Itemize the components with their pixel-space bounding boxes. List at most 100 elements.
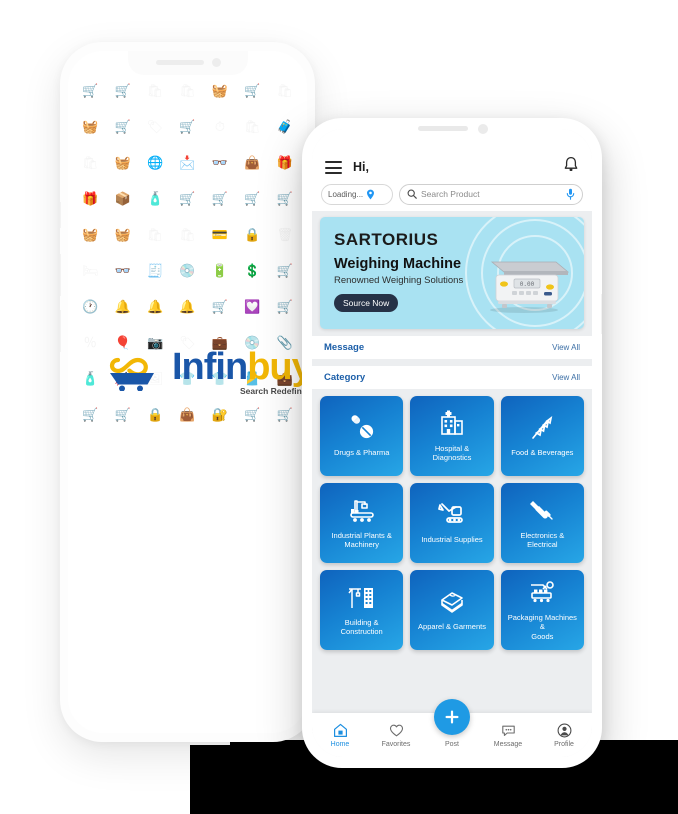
category-tile[interactable]: Industrial Supplies <box>410 483 494 563</box>
search-field-wrapper[interactable] <box>399 183 583 205</box>
home-icon <box>333 723 347 737</box>
category-tile[interactable]: Hospital & Diagnostics <box>410 396 494 476</box>
hamburger-menu-icon[interactable] <box>325 161 342 174</box>
brand-tagline: Search Redefined <box>239 386 307 396</box>
section-header-message: Message View All <box>312 336 592 359</box>
factory-conveyor-icon <box>349 499 374 522</box>
watermark-icon: 🧴 <box>82 371 99 386</box>
watermark-icon: 🔐 <box>211 407 229 422</box>
watermark-icon: 🔒 <box>244 227 261 242</box>
brand-name-accent: buy <box>247 346 307 388</box>
watermark-icon: 💳 <box>211 227 229 242</box>
category-label: Packaging Machines & Goods <box>507 612 577 641</box>
location-selector[interactable]: Loading... <box>321 183 393 205</box>
nav-item-profile[interactable]: Profile <box>536 723 592 748</box>
category-label: Apparel & Garments <box>418 622 486 632</box>
search-input[interactable] <box>421 189 562 199</box>
app-screen: Hi, Loading... Search Product SARTORIUS … <box>312 129 592 757</box>
watermark-icon: 🛏 <box>81 263 99 278</box>
folded-clothes-icon <box>441 592 463 614</box>
watermark-icon: 🛒 <box>211 299 229 314</box>
svg-text:0.00: 0.00 <box>520 281 535 288</box>
bottom-navigation: Home Favorites Post Message Profile <box>312 699 592 757</box>
phone-side-button-power <box>601 294 602 334</box>
view-all-link[interactable]: View All <box>552 373 580 382</box>
watermark-icon: 🔔 <box>146 299 164 314</box>
infinbuy-logo: Infinbuy Search Redefined <box>106 343 307 396</box>
watermark-icon: 🛒 <box>179 119 196 134</box>
chat-bubble-icon <box>501 725 515 736</box>
category-tile[interactable]: Electronics & Electrical <box>500 483 584 563</box>
banner-headline: Weighing Machine <box>334 256 462 272</box>
watermark-icon: 🧾 <box>146 263 164 278</box>
watermark-icon: 🗑 <box>276 227 294 242</box>
category-tile[interactable]: Food & Beverages <box>500 396 584 476</box>
location-label: Loading... <box>328 189 364 199</box>
watermark-icon: 🏷 <box>146 119 164 134</box>
watermark-icon: 👓 <box>114 263 131 278</box>
watermark-icon: ⏱ <box>214 119 225 134</box>
watermark-icon: 🎁 <box>276 155 293 170</box>
category-tile[interactable]: Drugs & Pharma <box>320 396 404 476</box>
category-label: Electronics & Electrical <box>520 530 565 550</box>
watermark-icon: 🧺 <box>114 227 131 242</box>
watermark-icon: 👓 <box>211 155 229 170</box>
watermark-icon: 🛍 <box>146 83 164 98</box>
category-tile[interactable]: Industrial Plants & Machinery <box>320 483 404 563</box>
watermark-icon: 🔒 <box>146 407 164 422</box>
plus-icon <box>445 710 459 724</box>
nav-label: Profile <box>554 740 574 748</box>
greeting-text: Hi, <box>353 160 369 174</box>
front-camera-dot <box>478 124 488 134</box>
heart-icon <box>389 724 403 736</box>
crane-building-icon <box>348 587 373 608</box>
watermark-icon: 💟 <box>244 299 261 314</box>
search-icon <box>407 189 417 199</box>
microphone-icon[interactable] <box>566 188 575 200</box>
category-tile[interactable]: Apparel & Garments <box>410 570 494 650</box>
watermark-icon: 🧺 <box>82 119 99 134</box>
watermark-icon: 🛍 <box>276 83 294 98</box>
view-all-link[interactable]: View All <box>552 343 580 352</box>
watermark-icon: 📦 <box>114 191 131 206</box>
watermark-icon: 🛒 <box>82 407 99 422</box>
watermark-icon: 🛒 <box>211 191 229 206</box>
location-pin-icon <box>367 189 375 199</box>
watermark-icon: 🛍 <box>81 155 99 170</box>
watermark-icon: 🛒 <box>276 263 293 278</box>
watermark-icon: 🛒 <box>244 407 261 422</box>
nav-label: Home <box>330 740 350 748</box>
watermark-icon: 🧳 <box>276 119 293 134</box>
watermark-icon: 🧴 <box>146 191 164 206</box>
source-now-button[interactable]: Source Now <box>334 294 399 312</box>
back-phone-notch <box>127 51 248 75</box>
watermark-icon: 🛒 <box>276 407 293 422</box>
watermark-icon: 🛒 <box>114 83 131 98</box>
nav-item-message[interactable]: Message <box>480 723 536 748</box>
watermark-icon: ％ <box>83 335 97 350</box>
front-phone-notch <box>386 118 518 140</box>
phone-side-button-volume-down <box>60 310 61 352</box>
packaging-machine-icon <box>531 580 555 602</box>
watermark-icon: 🛒 <box>276 299 293 314</box>
phone-side-button-volume-up <box>60 254 61 296</box>
category-tile[interactable]: Building & Construction <box>320 570 404 650</box>
category-tile[interactable]: Packaging Machines & Goods <box>500 570 584 650</box>
app-content: SARTORIUS Weighing Machine Renowned Weig… <box>312 211 592 713</box>
bell-icon[interactable] <box>563 156 579 174</box>
nav-label: Favorites <box>381 740 411 748</box>
category-label: Food & Beverages <box>511 448 574 458</box>
infinbuy-wordmark: Infinbuy Search Redefined <box>172 346 307 396</box>
watermark-icon: 🛒 <box>244 83 261 98</box>
weighing-scale-image: 0.00 <box>490 261 570 313</box>
watermark-icon: 🛍 <box>179 83 196 98</box>
nav-item-favorites[interactable]: Favorites <box>368 723 424 748</box>
promo-banner[interactable]: SARTORIUS Weighing Machine Renowned Weig… <box>320 217 584 329</box>
category-label: Drugs & Pharma <box>333 448 390 458</box>
nav-item-home[interactable]: Home <box>312 723 368 748</box>
post-fab-button[interactable] <box>434 699 470 735</box>
watermark-icon: 🛒 <box>114 407 131 422</box>
watermark-icon: 👜 <box>179 407 196 422</box>
back-phone-screen: 🛒 🛒 🛍 🛍 🧺 🛒 🛍 🧺 🛒 🏷 🛒 ⏱ 🛍 🧳 🛍 🧺 🌐 📩 👓 👜 🎁 🎁 📦 🧴 🛒 🛒 🛒 🛒 🧺 🧺 🛍 🛍 💳 🔒 🗑 🛏 👓 🧾 💿 🔋… <box>68 51 307 733</box>
wheat-grain-icon <box>532 416 553 440</box>
